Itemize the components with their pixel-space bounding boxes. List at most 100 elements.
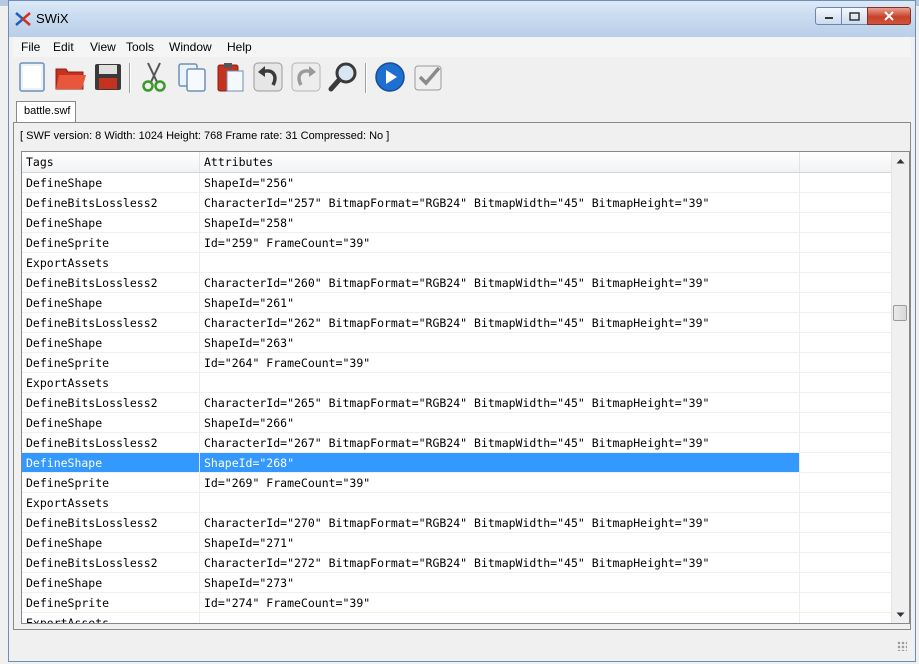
attributes-cell: Id="264" FrameCount="39" [200,353,800,372]
paste-button[interactable] [213,60,247,94]
table-row[interactable]: ExportAssets [22,373,892,393]
minimize-button[interactable] [815,7,842,25]
redo-button[interactable] [289,60,323,94]
close-button[interactable] [867,7,911,25]
document-panel: [ SWF version: 8 Width: 1024 Height: 768… [13,122,911,630]
tag-cell: ExportAssets [22,253,200,272]
redo-arrow-icon [291,62,321,92]
table-row[interactable]: DefineBitsLossless2 CharacterId="270" Bit… [22,513,892,533]
menu-window[interactable]: Window [169,40,212,54]
empty-cell [800,253,892,272]
tag-cell: ExportAssets [22,613,200,623]
table-row[interactable]: DefineSprite Id="264" FrameCount="39" [22,353,892,373]
table-row[interactable]: DefineShape ShapeId="271" [22,533,892,553]
vertical-scrollbar[interactable] [891,152,909,623]
table-row[interactable]: ExportAssets [22,253,892,273]
validate-check-icon [414,65,442,91]
empty-cell [800,273,892,292]
table-row[interactable]: DefineBitsLossless2 CharacterId="257" Bit… [22,193,892,213]
scroll-up-icon [896,158,905,163]
attributes-cell: Id="269" FrameCount="39" [200,473,800,492]
menu-file[interactable]: File [21,40,40,54]
table-row[interactable]: DefineSprite Id="269" FrameCount="39" [22,473,892,493]
title-bar[interactable]: SWiX [9,1,915,37]
empty-cell [800,213,892,232]
menu-edit[interactable]: Edit [53,40,74,54]
scroll-down-button[interactable] [892,606,909,623]
scroll-up-button[interactable] [892,152,909,169]
table-row[interactable]: DefineBitsLossless2 CharacterId="262" Bit… [22,313,892,333]
table-row[interactable]: ExportAssets [22,493,892,513]
attributes-cell: ShapeId="271" [200,533,800,552]
table-row[interactable]: DefineBitsLossless2 CharacterId="265" Bit… [22,393,892,413]
tag-cell: DefineBitsLossless2 [22,193,200,212]
attributes-cell: CharacterId="267" BitmapFormat="RGB24" B… [200,433,800,452]
tags-list[interactable]: Tags Attributes DefineShape ShapeId="256"… [21,151,910,624]
table-row[interactable]: DefineShape ShapeId="263" [22,333,892,353]
table-row[interactable]: DefineShape ShapeId="266" [22,413,892,433]
empty-cell [800,233,892,252]
attributes-cell: CharacterId="270" BitmapFormat="RGB24" B… [200,513,800,532]
maximize-button[interactable] [841,7,868,25]
empty-cell [800,173,892,192]
empty-cell [800,593,892,612]
new-button[interactable] [15,60,49,94]
tag-cell: ExportAssets [22,373,200,392]
tag-cell: DefineBitsLossless2 [22,553,200,572]
run-button[interactable] [373,60,407,94]
paste-clipboard-icon [217,63,244,92]
tag-cell: DefineBitsLossless2 [22,313,200,332]
table-row[interactable]: DefineBitsLossless2 CharacterId="272" Bit… [22,553,892,573]
save-disk-icon [95,64,121,90]
column-header-tags[interactable]: Tags [22,152,200,172]
open-folder-icon [55,68,86,90]
undo-button[interactable] [251,60,285,94]
attributes-cell: CharacterId="265" BitmapFormat="RGB24" B… [200,393,800,412]
empty-cell [800,433,892,452]
scroll-thumb[interactable] [893,305,907,321]
tag-cell: DefineShape [22,573,200,592]
find-magnifier-icon [328,62,357,92]
scroll-down-icon [896,612,905,617]
table-row[interactable]: DefineSprite Id="259" FrameCount="39" [22,233,892,253]
tag-cell: DefineShape [22,333,200,352]
cut-button[interactable] [137,60,171,94]
resize-grip[interactable] [897,641,907,651]
table-row[interactable]: DefineSprite Id="274" FrameCount="39" [22,593,892,613]
table-row[interactable]: ExportAssets [22,613,892,623]
attributes-cell: ShapeId="256" [200,173,800,192]
table-row[interactable]: DefineBitsLossless2 CharacterId="260" Bit… [22,273,892,293]
tag-cell: DefineShape [22,173,200,192]
save-button[interactable] [91,60,125,94]
tag-cell: DefineShape [22,453,200,472]
tag-cell: DefineBitsLossless2 [22,433,200,452]
tag-cell: DefineShape [22,533,200,552]
table-row[interactable]: DefineShape ShapeId="273" [22,573,892,593]
copy-icon [178,63,206,92]
table-row[interactable]: DefineBitsLossless2 CharacterId="267" Bit… [22,433,892,453]
swix-logo-icon [15,12,31,26]
empty-cell [800,553,892,572]
open-button[interactable] [53,60,87,94]
table-row[interactable]: DefineShape ShapeId="268" [22,453,892,473]
menu-help[interactable]: Help [227,40,252,54]
empty-cell [800,313,892,332]
tag-cell: DefineBitsLossless2 [22,513,200,532]
list-header: Tags Attributes [22,152,892,173]
menu-view[interactable]: View [90,40,116,54]
tag-cell: DefineShape [22,413,200,432]
table-row[interactable]: DefineShape ShapeId="258" [22,213,892,233]
validate-button[interactable] [411,60,445,94]
column-header-attributes[interactable]: Attributes [200,152,800,172]
find-button[interactable] [327,60,361,94]
tab-battle-swf[interactable]: battle.swf [16,101,76,123]
table-row[interactable]: DefineShape ShapeId="261" [22,293,892,313]
attributes-cell: Id="259" FrameCount="39" [200,233,800,252]
menu-tools[interactable]: Tools [126,40,154,54]
tag-cell: DefineSprite [22,233,200,252]
minimize-icon [824,17,833,19]
maximize-icon [849,11,860,21]
toolbar-separator [365,63,367,93]
copy-button[interactable] [175,60,209,94]
table-row[interactable]: DefineShape ShapeId="256" [22,173,892,193]
